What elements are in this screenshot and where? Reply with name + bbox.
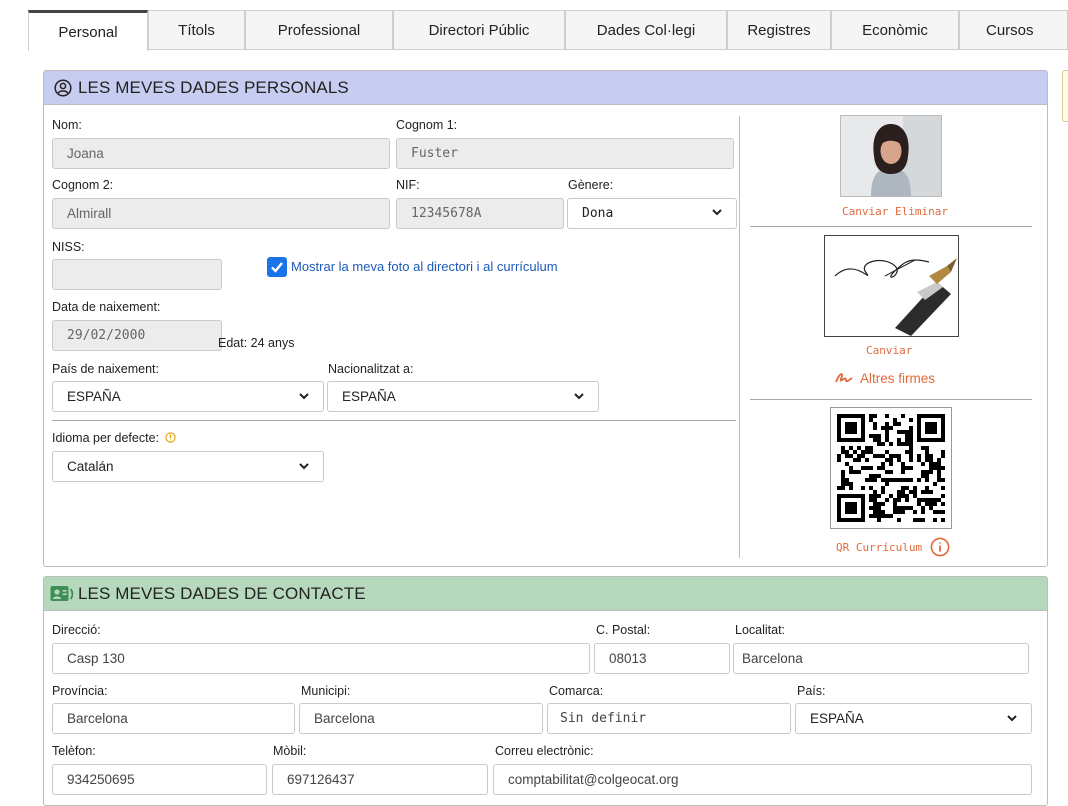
birth-country-label: País de naixement: bbox=[52, 362, 160, 376]
address-input[interactable]: Casp 130 bbox=[52, 643, 590, 674]
birth-date-label: Data de naixement: bbox=[52, 300, 161, 314]
show-photo-label[interactable]: Mostrar la meva foto al directori i al c… bbox=[291, 259, 558, 274]
cognom1-label: Cognom 1: bbox=[396, 118, 458, 132]
chevron-down-icon bbox=[1007, 711, 1017, 726]
chevron-down-icon bbox=[299, 389, 309, 404]
tab-bar: Personal Títols Professional Directori P… bbox=[28, 10, 1068, 51]
country-value: ESPAÑA bbox=[810, 711, 864, 726]
cognom2-input[interactable]: Almirall bbox=[52, 198, 390, 229]
country-select[interactable]: ESPAÑA bbox=[795, 703, 1032, 734]
contact-card-icon bbox=[50, 585, 74, 603]
nif-input[interactable]: 12345678A bbox=[396, 198, 564, 229]
signature-icon bbox=[834, 370, 854, 386]
info-icon[interactable] bbox=[930, 537, 950, 557]
nationality-value: ESPAÑA bbox=[342, 389, 396, 404]
personal-panel-title: LES MEVES DADES PERSONALS bbox=[78, 77, 349, 97]
contact-panel-header: LES MEVES DADES DE CONTACTE bbox=[44, 577, 1047, 611]
birth-country-value: ESPAÑA bbox=[67, 389, 121, 404]
user-circle-icon bbox=[54, 78, 72, 97]
municipality-input[interactable]: Barcelona bbox=[299, 703, 543, 734]
other-signatures-link[interactable]: Altres firmes bbox=[834, 370, 935, 386]
niss-input[interactable] bbox=[52, 259, 222, 290]
tab-dades-collegi[interactable]: Dades Col·legi bbox=[565, 10, 727, 49]
phone-input[interactable]: 934250695 bbox=[52, 764, 267, 795]
qr-code[interactable] bbox=[830, 407, 952, 529]
photo-change-link[interactable]: Canviar bbox=[842, 205, 888, 218]
language-label: Idioma per defecte: bbox=[52, 431, 176, 446]
tab-directori-public[interactable]: Directori Públic bbox=[393, 10, 565, 49]
checkmark-icon bbox=[271, 262, 283, 273]
cognom2-label: Cognom 2: bbox=[52, 178, 114, 192]
other-signatures-label: Altres firmes bbox=[860, 370, 936, 386]
genere-select[interactable]: Dona bbox=[567, 198, 737, 229]
birth-date-input[interactable]: 29/02/2000 bbox=[52, 320, 222, 351]
language-select[interactable]: Catalán bbox=[52, 451, 324, 482]
signature-divider bbox=[750, 399, 1032, 400]
province-input[interactable]: Barcelona bbox=[52, 703, 295, 734]
age-text: Edat: 24 anys bbox=[218, 336, 295, 350]
phone-label: Telèfon: bbox=[52, 744, 96, 758]
contact-panel-title: LES MEVES DADES DE CONTACTE bbox=[78, 583, 366, 603]
section-divider bbox=[52, 420, 736, 421]
nif-label: NIF: bbox=[396, 178, 420, 192]
nom-input[interactable]: Joana bbox=[52, 138, 390, 169]
chevron-down-icon bbox=[574, 389, 584, 404]
info-icon[interactable] bbox=[164, 432, 176, 446]
qr-curriculum-label: QR Currículum bbox=[836, 540, 923, 554]
birth-country-select[interactable]: ESPAÑA bbox=[52, 381, 324, 412]
tab-cursos[interactable]: Cursos bbox=[959, 10, 1068, 49]
chevron-down-icon bbox=[712, 206, 722, 221]
nationality-label: Nacionalitzat a: bbox=[328, 362, 414, 376]
photo-divider bbox=[750, 226, 1032, 227]
tab-professional[interactable]: Professional bbox=[245, 10, 393, 49]
profile-photo bbox=[840, 115, 942, 197]
mobile-label: Mòbil: bbox=[273, 744, 307, 758]
locality-input[interactable]: Barcelona bbox=[733, 643, 1029, 674]
municipality-label: Municipi: bbox=[301, 684, 351, 698]
province-label: Província: bbox=[52, 684, 108, 698]
photo-delete-link[interactable]: Eliminar bbox=[895, 205, 948, 218]
signature-change-link[interactable]: Canviar bbox=[866, 344, 912, 357]
language-value: Catalán bbox=[67, 459, 114, 474]
country-label: País: bbox=[797, 684, 826, 698]
postal-code-label: C. Postal: bbox=[596, 623, 651, 637]
side-panel-edge bbox=[1062, 70, 1068, 122]
signature-image bbox=[824, 235, 959, 337]
county-label: Comarca: bbox=[549, 684, 604, 698]
niss-label: NISS: bbox=[52, 240, 85, 254]
email-label: Correu electrònic: bbox=[495, 744, 594, 758]
locality-label: Localitat: bbox=[735, 623, 786, 637]
genere-label: Gènere: bbox=[568, 178, 614, 192]
tab-economic[interactable]: Econòmic bbox=[831, 10, 959, 49]
qr-curriculum-link[interactable]: QR Currículum bbox=[836, 537, 950, 557]
vertical-divider bbox=[739, 116, 740, 558]
nom-label: Nom: bbox=[52, 118, 82, 132]
mobile-input[interactable]: 697126437 bbox=[272, 764, 488, 795]
cognom1-input[interactable]: Fuster bbox=[396, 138, 734, 169]
personal-panel-header: LES MEVES DADES PERSONALS bbox=[44, 71, 1047, 105]
email-input[interactable]: comptabilitat@colgeocat.org bbox=[493, 764, 1032, 795]
county-input[interactable]: Sin definir bbox=[547, 703, 791, 734]
address-label: Direcció: bbox=[52, 623, 101, 637]
genere-value: Dona bbox=[582, 206, 614, 221]
show-photo-checkbox[interactable] bbox=[267, 257, 287, 277]
tab-registres[interactable]: Registres bbox=[727, 10, 831, 49]
tab-personal[interactable]: Personal bbox=[28, 10, 148, 51]
tab-titols[interactable]: Títols bbox=[148, 10, 245, 49]
chevron-down-icon bbox=[299, 459, 309, 474]
postal-code-input[interactable]: 08013 bbox=[594, 643, 730, 674]
nationality-select[interactable]: ESPAÑA bbox=[327, 381, 599, 412]
